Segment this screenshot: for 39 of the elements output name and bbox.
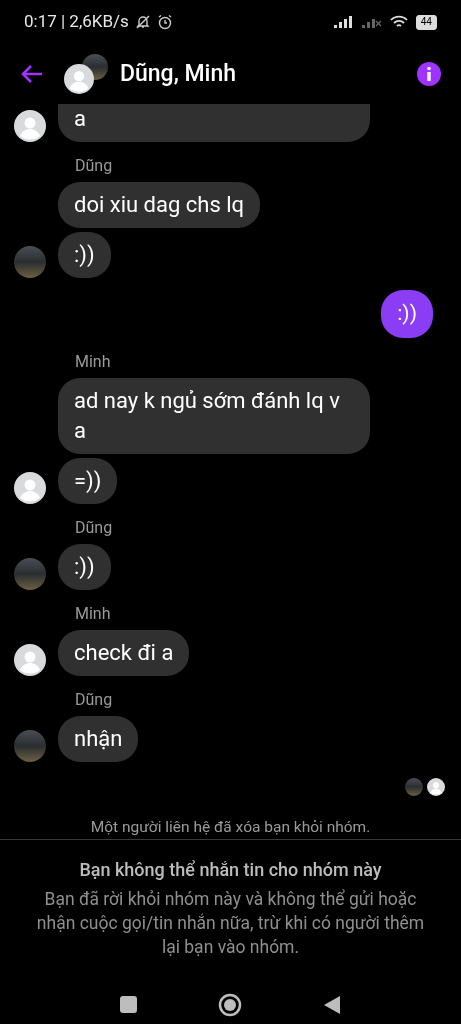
- status-time-speed: 0:17 | 2,6KB/s: [24, 10, 129, 34]
- message-bubble: :)): [58, 543, 111, 590]
- back-button[interactable]: [322, 994, 341, 1015]
- sender-name: Dũng: [75, 688, 114, 711]
- message-bubble: nhận: [58, 715, 139, 762]
- photo-avatar: [14, 246, 46, 278]
- back-arrow-icon[interactable]: [20, 64, 44, 84]
- signal-icon: [333, 16, 354, 28]
- battery-indicator: 44: [415, 14, 437, 30]
- info-icon[interactable]: [417, 62, 441, 86]
- photo-avatar: [14, 557, 46, 590]
- message-bubble: =)): [58, 457, 118, 504]
- system-notice: Một người liên hệ đã xóa bạn khỏi nhóm.: [89, 816, 372, 838]
- sender-name: Dũng: [75, 516, 114, 539]
- message-bubble: doi xiu dag chs lq: [58, 182, 261, 228]
- sender-name: Dũng: [75, 155, 114, 177]
- blocked-message: Bạn đã rời khỏi nhóm này và không thể gửi hoặc nhận cuộc gọi/tin nhắn nữa, trừ khi có người thêm lại bạn vào nhóm.: [35, 887, 426, 959]
- conversation-title: Dũng, Minh: [120, 58, 238, 89]
- home-button[interactable]: [218, 992, 242, 1017]
- profile-silhouette-avatar: [14, 643, 46, 676]
- photo-avatar: [405, 777, 423, 796]
- message-bubble: check đi a: [58, 629, 190, 676]
- message-bubble: a: [58, 104, 370, 142]
- photo-avatar: [14, 729, 46, 762]
- sent-message-bubble: :)): [381, 290, 433, 338]
- blocked-title: Bạn không thể nhắn tin cho nhóm này: [79, 857, 382, 882]
- profile-silhouette-avatar: [427, 777, 445, 796]
- message-bubble: ad nay k ngủ sớm đánh lq v a: [58, 377, 370, 454]
- sender-name: Minh: [75, 602, 112, 625]
- profile-silhouette-avatar: [14, 471, 46, 504]
- wifi-icon: [389, 15, 408, 29]
- message-bubble: :)): [58, 232, 111, 278]
- muted-bell-icon: [134, 14, 151, 30]
- no-signal-icon: [361, 16, 382, 28]
- profile-silhouette-avatar: [64, 64, 94, 94]
- sender-name: Minh: [75, 350, 112, 373]
- alarm-clock-icon: [156, 14, 173, 30]
- recents-button[interactable]: [120, 996, 138, 1014]
- profile-silhouette-avatar: [14, 110, 46, 142]
